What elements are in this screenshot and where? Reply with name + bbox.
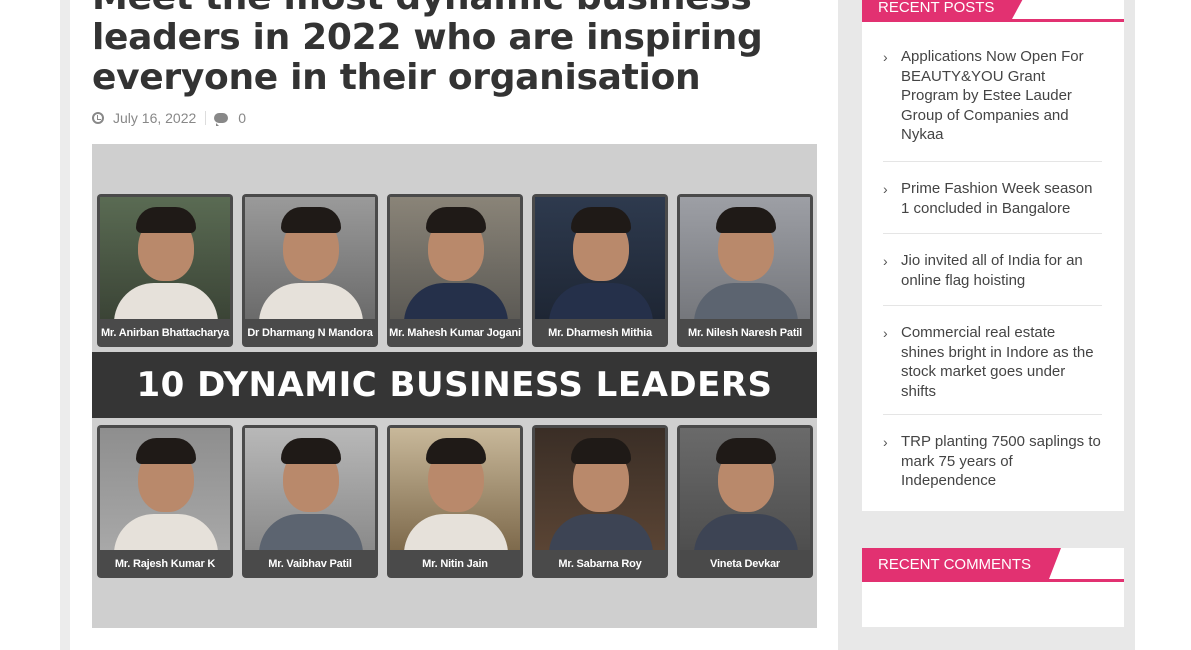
leader-name: Vineta Devkar	[710, 558, 780, 570]
recent-post-link[interactable]: Jio invited all of India for an online f…	[901, 251, 1102, 290]
leader-photo	[390, 197, 520, 319]
page-gutter-left	[60, 0, 70, 650]
widget-header: RECENT POSTS	[862, 0, 1124, 22]
list-item: › Commercial real estate shines bright i…	[883, 306, 1102, 415]
chevron-right-icon: ›	[883, 253, 888, 269]
leader-photo	[245, 428, 375, 550]
leader-name: Mr. Nitin Jain	[422, 558, 488, 570]
leader-photo	[100, 428, 230, 550]
list-item: › TRP planting 7500 saplings to mark 75 …	[883, 415, 1102, 489]
comment-count[interactable]: 0	[238, 110, 246, 126]
recent-post-link[interactable]: Commercial real estate shines bright in …	[901, 323, 1102, 401]
leader-card: Mr. Anirban Bhattacharya	[97, 194, 233, 347]
comment-icon	[214, 113, 229, 126]
list-item: › Prime Fashion Week season 1 concluded …	[883, 162, 1102, 234]
meta-divider	[205, 111, 207, 125]
leader-name: Mr. Anirban Bhattacharya	[100, 327, 230, 339]
chevron-right-icon: ›	[883, 181, 888, 197]
leader-card: Vineta Devkar	[677, 425, 813, 578]
leader-photo	[680, 197, 810, 319]
leader-photo	[535, 197, 665, 319]
leader-photo	[390, 428, 520, 550]
leaders-row-top: Mr. Anirban Bhattacharya Dr Dharmang N M…	[97, 194, 813, 347]
recent-comments-widget: RECENT COMMENTS	[862, 548, 1124, 627]
feature-banner: 10 DYNAMIC BUSINESS LEADERS	[92, 352, 817, 418]
leader-photo	[680, 428, 810, 550]
featured-image[interactable]: Mr. Anirban Bhattacharya Dr Dharmang N M…	[92, 144, 817, 628]
recent-post-link[interactable]: TRP planting 7500 saplings to mark 75 ye…	[901, 432, 1102, 491]
leader-card: Mr. Vaibhav Patil	[242, 425, 378, 578]
recent-posts-widget: RECENT POSTS › Applications Now Open For…	[862, 0, 1124, 511]
leader-card: Mr. Nilesh Naresh Patil	[677, 194, 813, 347]
list-item: › Jio invited all of India for an online…	[883, 234, 1102, 306]
chevron-right-icon: ›	[883, 325, 888, 341]
leader-card: Mr. Sabarna Roy	[532, 425, 668, 578]
leader-photo	[535, 428, 665, 550]
leader-card: Dr Dharmang N Mandora	[242, 194, 378, 347]
leader-name: Mr. Nilesh Naresh Patil	[688, 327, 802, 339]
recent-posts-list: › Applications Now Open For BEAUTY&YOU G…	[883, 47, 1102, 489]
leader-name: Dr Dharmang N Mandora	[247, 327, 373, 339]
post-meta: July 16, 2022 0	[92, 109, 246, 127]
leader-name: Mr. Mahesh Kumar Jogani	[389, 327, 521, 339]
leader-card: Mr. Nitin Jain	[387, 425, 523, 578]
leader-card: Mr. Mahesh Kumar Jogani	[387, 194, 523, 347]
recent-post-link[interactable]: Prime Fashion Week season 1 concluded in…	[901, 179, 1102, 218]
post-title[interactable]: Meet the most dynamic business leaders i…	[92, 0, 812, 98]
recent-posts-title: RECENT POSTS	[862, 0, 1025, 19]
list-item: › Applications Now Open For BEAUTY&YOU G…	[883, 47, 1102, 162]
chevron-right-icon: ›	[883, 434, 888, 450]
chevron-right-icon: ›	[883, 49, 888, 65]
clock-icon	[92, 112, 104, 124]
leader-card: Mr. Rajesh Kumar K	[97, 425, 233, 578]
leader-card: Mr. Dharmesh Mithia	[532, 194, 668, 347]
recent-post-link[interactable]: Applications Now Open For BEAUTY&YOU Gra…	[901, 47, 1102, 145]
leader-photo	[245, 197, 375, 319]
leader-photo	[100, 197, 230, 319]
leaders-row-bottom: Mr. Rajesh Kumar K Mr. Vaibhav Patil Mr.…	[97, 425, 813, 578]
leader-name: Mr. Rajesh Kumar K	[114, 558, 216, 570]
leader-name: Mr. Sabarna Roy	[558, 558, 642, 570]
post-date[interactable]: July 16, 2022	[113, 110, 196, 126]
leader-name: Mr. Dharmesh Mithia	[548, 327, 652, 339]
widget-header: RECENT COMMENTS	[862, 548, 1124, 582]
leader-name: Mr. Vaibhav Patil	[268, 558, 352, 570]
recent-comments-title: RECENT COMMENTS	[862, 548, 1062, 579]
